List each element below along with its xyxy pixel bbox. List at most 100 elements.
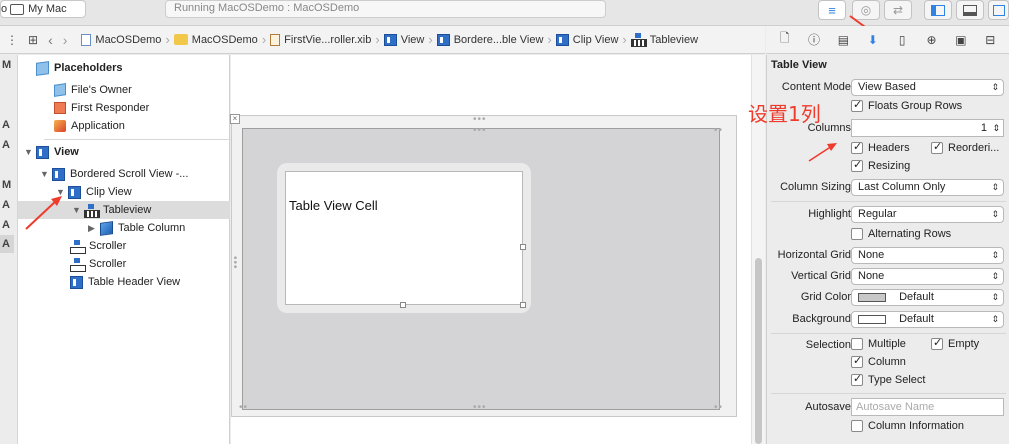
outline-label: Placeholders xyxy=(54,62,123,74)
alternating-rows-checkbox[interactable]: Alternating Rows xyxy=(851,228,951,240)
status-letter: A xyxy=(2,219,10,231)
jumpbar-label: FirstVie...roller.xib xyxy=(284,33,372,46)
outline-view[interactable]: ▼ View xyxy=(24,143,79,161)
scrollbar-thumb[interactable] xyxy=(755,258,762,444)
disclosure-down-icon[interactable]: ▼ xyxy=(24,147,34,157)
jumpbar-item-folder[interactable]: MacOSDemo xyxy=(173,33,258,46)
content-mode-popup[interactable]: View Based ⇕ xyxy=(851,79,1004,96)
table-view-content[interactable]: Table View Cell xyxy=(285,171,526,308)
outline-table-header-view[interactable]: Table Header View xyxy=(70,273,180,291)
resize-handle-left-icon[interactable]: ••• xyxy=(229,256,240,270)
horizontal-grid-popup[interactable]: None ⇕ xyxy=(851,247,1004,264)
file-inspector-icon[interactable]: 🗋 xyxy=(777,31,793,48)
inspector-title: Table View xyxy=(771,59,827,71)
type-select-checkbox[interactable]: Type Select xyxy=(851,372,925,386)
outline-files-owner[interactable]: File's Owner xyxy=(54,81,132,99)
grid-color-popup[interactable]: Default ⇕ xyxy=(851,289,1004,306)
toggle-utilities-button[interactable] xyxy=(988,0,1009,20)
window-toolbar: o My Mac Running MacOSDemo : MacOSDemo ≡… xyxy=(0,0,1009,35)
outline-table-column[interactable]: ▶ Table Column xyxy=(88,219,185,237)
resize-handle-bottom-icon[interactable]: ••• xyxy=(473,402,487,413)
outline-application[interactable]: Application xyxy=(54,117,125,135)
checkbox-label: Headers xyxy=(868,142,910,154)
resize-handle-icon[interactable]: ••• xyxy=(473,125,487,136)
columns-field[interactable]: 1 ⇕ xyxy=(851,119,1004,137)
autosave-field[interactable]: Autosave Name xyxy=(851,398,1004,416)
headers-checkbox[interactable]: Headers xyxy=(851,140,910,154)
document-outline: Placeholders File's Owner First Responde… xyxy=(18,55,234,444)
align-left-icon: ≡ xyxy=(828,2,836,18)
chevron-updown-icon: ⇕ xyxy=(991,271,999,281)
outline-placeholders[interactable]: Placeholders xyxy=(36,59,122,77)
resize-handle-corner-icon[interactable]: •• xyxy=(714,125,723,136)
disclosure-down-icon[interactable]: ▼ xyxy=(40,169,50,179)
resize-handle-corner-icon[interactable]: •• xyxy=(239,402,248,413)
jumpbar-item-view[interactable]: View xyxy=(383,33,424,46)
attributes-inspector-icon[interactable]: ⬇ xyxy=(865,32,881,48)
jumpbar-item-xib[interactable]: FirstVie...roller.xib xyxy=(270,33,372,46)
annotation-arrow-columns xyxy=(808,143,837,162)
standard-editor-button[interactable]: ≡ xyxy=(818,0,846,20)
size-inspector-icon[interactable]: ▯ xyxy=(894,32,910,48)
interface-builder-canvas[interactable]: × ••• ••• ••• Table View Cell •• ••• •• … xyxy=(229,55,765,444)
identity-inspector-icon[interactable]: ▤ xyxy=(835,32,851,48)
column-checkbox[interactable]: Column xyxy=(851,354,906,368)
outline-clip-view[interactable]: ▼ Clip View xyxy=(56,183,132,201)
forward-icon[interactable]: › xyxy=(63,32,68,48)
highlight-popup[interactable]: Regular ⇕ xyxy=(851,206,1004,223)
column-sizing-popup[interactable]: Last Column Only ⇕ xyxy=(851,179,1004,196)
resize-handle-bottom-right[interactable] xyxy=(520,302,526,308)
outline-scroller-2[interactable]: Scroller xyxy=(70,255,126,273)
back-icon[interactable]: ‹ xyxy=(48,32,53,48)
jumpbar-item-scrollview[interactable]: Bordere...ble View xyxy=(436,33,543,46)
inspector-divider xyxy=(771,201,1006,202)
content-mode-label: Content Mode xyxy=(781,81,851,93)
autosave-label: Autosave xyxy=(805,401,851,413)
table-view[interactable]: Table View Cell xyxy=(277,163,531,313)
floats-group-rows-checkbox[interactable]: Floats Group Rows xyxy=(851,98,962,112)
jumpbar-item-project[interactable]: MacOSDemo xyxy=(81,33,161,46)
stepper-icon[interactable]: ⇕ xyxy=(992,120,1000,136)
grid-icon[interactable]: ⊞ xyxy=(28,33,38,47)
close-icon[interactable]: × xyxy=(230,114,240,124)
column-sizing-label: Column Sizing xyxy=(780,181,851,193)
toggle-debug-button[interactable] xyxy=(956,0,984,20)
resize-handle-bottom[interactable] xyxy=(400,302,406,308)
vertical-grid-popup[interactable]: None ⇕ xyxy=(851,268,1004,285)
connections-inspector-icon[interactable]: ⊕ xyxy=(924,32,940,48)
background-label: Background xyxy=(792,313,851,325)
reordering-checkbox[interactable]: Reorderi... xyxy=(931,140,999,154)
disclosure-down-icon[interactable]: ▼ xyxy=(72,205,82,215)
help-icon[interactable]: ⓘ xyxy=(806,32,822,48)
cube-icon xyxy=(54,83,66,97)
column-information-checkbox[interactable]: Column Information xyxy=(851,420,964,432)
resize-handle-right[interactable] xyxy=(520,244,526,250)
outline-label: Application xyxy=(71,120,125,132)
outline-first-responder[interactable]: First Responder xyxy=(54,99,149,117)
checkbox-unchecked-icon xyxy=(851,228,863,240)
bordered-scroll-view[interactable]: ••• Table View Cell •• ••• •• •• xyxy=(239,125,723,413)
bindings-inspector-icon[interactable]: ▣ xyxy=(953,32,969,48)
jumpbar-item-clipview[interactable]: Clip View xyxy=(555,33,618,46)
canvas-view[interactable]: × ••• ••• ••• Table View Cell •• ••• •• … xyxy=(229,114,737,417)
chevron-right-icon: › xyxy=(375,32,380,47)
toggle-navigator-button[interactable] xyxy=(924,0,952,20)
table-view-cell-label[interactable]: Table View Cell xyxy=(289,198,378,213)
version-editor-button[interactable]: ⇄ xyxy=(884,0,912,20)
jumpbar-label: MacOSDemo xyxy=(191,33,258,46)
resize-handle-top-icon[interactable]: ••• xyxy=(473,114,487,125)
outline-label: Table Column xyxy=(118,222,186,234)
related-items-icon[interactable]: ⋮ xyxy=(6,33,18,47)
resizing-checkbox[interactable]: Resizing xyxy=(851,158,910,172)
view-effects-icon[interactable]: ⊟ xyxy=(982,32,998,48)
multiple-checkbox[interactable]: Multiple xyxy=(851,338,906,350)
empty-checkbox[interactable]: Empty xyxy=(931,336,979,350)
resize-handle-corner-icon[interactable]: •• xyxy=(714,402,723,413)
scheme-selector[interactable]: o My Mac xyxy=(0,0,86,18)
outline-scroller-1[interactable]: Scroller xyxy=(70,237,126,255)
disclosure-right-icon[interactable]: ▶ xyxy=(88,223,98,234)
checkbox-checked-icon xyxy=(931,140,943,154)
jumpbar-item-tableview[interactable]: Tableview xyxy=(630,33,698,47)
outline-bordered-scroll-view[interactable]: ▼ Bordered Scroll View -... xyxy=(40,165,188,183)
background-popup[interactable]: Default ⇕ xyxy=(851,311,1004,328)
